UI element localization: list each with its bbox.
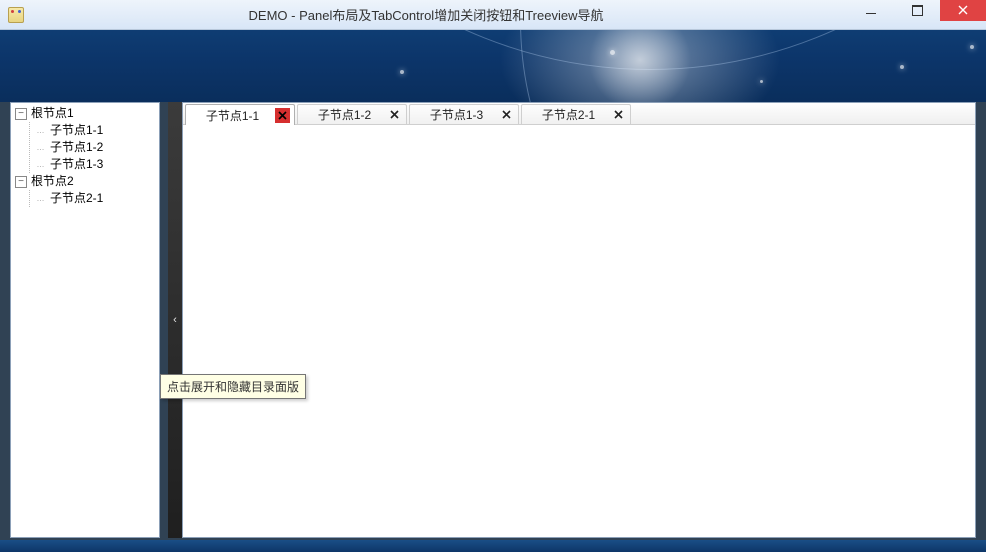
- close-icon: [614, 110, 623, 119]
- tab-close-button[interactable]: [499, 107, 514, 122]
- expand-collapse-icon[interactable]: −: [15, 176, 27, 188]
- tree-node-label: 子节点1-3: [48, 156, 105, 173]
- maximize-button[interactable]: [894, 0, 940, 21]
- tab-label: 子节点1-1: [198, 107, 267, 124]
- tab-close-button[interactable]: [387, 107, 402, 122]
- tree-connector-icon: [32, 190, 48, 207]
- tree-connector-icon: [32, 122, 48, 139]
- tree-connector-icon: [32, 139, 48, 156]
- tab-label: 子节点1-2: [310, 106, 379, 123]
- close-icon: [390, 110, 399, 119]
- tab-close-button[interactable]: [275, 108, 290, 123]
- tab[interactable]: 子节点1-3: [409, 104, 519, 124]
- tree-connector-icon: [32, 156, 48, 173]
- tab[interactable]: 子节点1-1: [185, 104, 295, 125]
- tab-strip: 子节点1-1 子节点1-2 子节点1-3 子节点2-1: [183, 103, 975, 125]
- tab[interactable]: 子节点1-2: [297, 104, 407, 124]
- work-area: − 根节点1 子节点1-1 子节点1-2: [0, 102, 986, 540]
- header-banner: [0, 30, 986, 102]
- splitter-column: ‹ 点击展开和隐藏目录面版: [160, 102, 182, 538]
- close-icon: [278, 111, 287, 120]
- tree-panel[interactable]: − 根节点1 子节点1-1 子节点1-2: [10, 102, 160, 538]
- tab-label: 子节点2-1: [534, 106, 603, 123]
- content-panel: 子节点1-1 子节点1-2 子节点1-3 子节点2-1: [182, 102, 976, 538]
- navigation-tree: − 根节点1 子节点1-1 子节点1-2: [11, 105, 159, 207]
- tree-node-label: 子节点2-1: [48, 190, 105, 207]
- tree-root-node[interactable]: − 根节点1 子节点1-1 子节点1-2: [11, 105, 159, 173]
- tree-child-node[interactable]: 子节点1-1: [32, 122, 159, 139]
- tree-child-node[interactable]: 子节点1-2: [32, 139, 159, 156]
- tree-child-node[interactable]: 子节点1-3: [32, 156, 159, 173]
- app-icon: [8, 7, 24, 23]
- tree-node-label: 根节点2: [29, 173, 76, 190]
- tab[interactable]: 子节点2-1: [521, 104, 631, 124]
- splitter-tooltip: 点击展开和隐藏目录面版: [160, 374, 306, 399]
- tree-root-node[interactable]: − 根节点2 子节点2-1: [11, 173, 159, 207]
- chevron-left-icon: ‹: [173, 314, 177, 326]
- tree-node-label: 根节点1: [29, 105, 76, 122]
- close-icon: [958, 5, 968, 15]
- close-icon: [502, 110, 511, 119]
- tree-child-node[interactable]: 子节点2-1: [32, 190, 159, 207]
- window-title: DEMO - Panel布局及TabControl增加关闭按钮和Treeview…: [24, 5, 848, 24]
- tab-label: 子节点1-3: [422, 106, 491, 123]
- tree-node-label: 子节点1-2: [48, 139, 105, 156]
- title-bar: DEMO - Panel布局及TabControl增加关闭按钮和Treeview…: [0, 0, 986, 30]
- window-controls: [848, 0, 986, 29]
- tree-node-label: 子节点1-1: [48, 122, 105, 139]
- splitter-toggle[interactable]: ‹: [168, 102, 182, 538]
- close-window-button[interactable]: [940, 0, 986, 21]
- minimize-button[interactable]: [848, 0, 894, 21]
- tab-close-button[interactable]: [611, 107, 626, 122]
- expand-collapse-icon[interactable]: −: [15, 108, 27, 120]
- tab-content-area: [183, 125, 975, 537]
- status-bar: [0, 540, 986, 552]
